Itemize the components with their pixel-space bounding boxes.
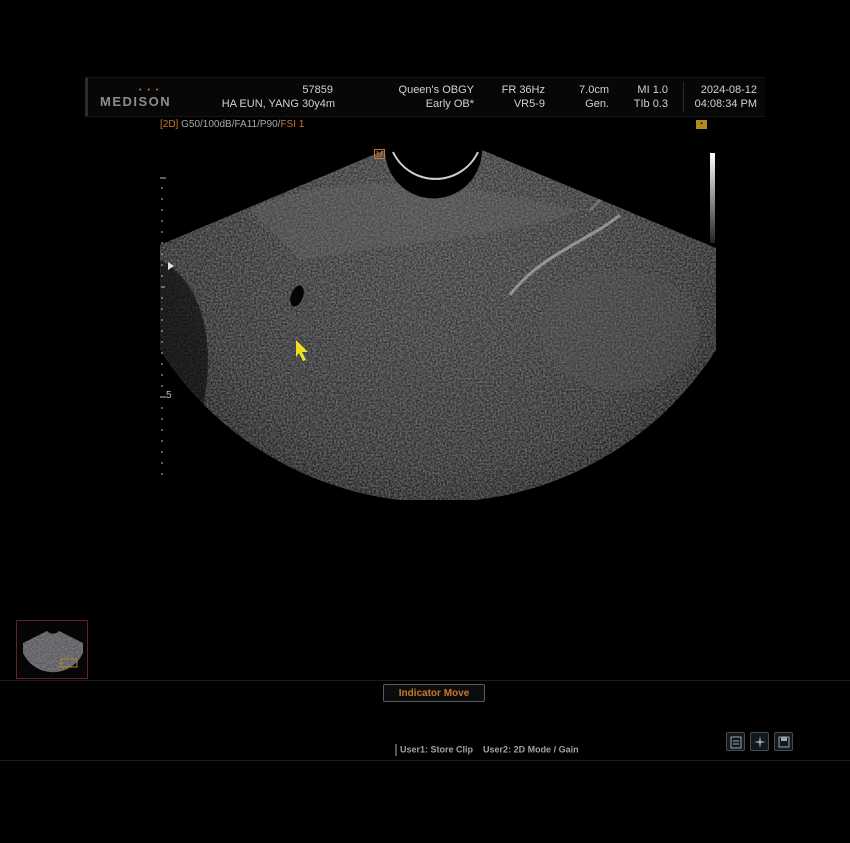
user2-label: User2: 2D Mode / Gain bbox=[483, 744, 579, 755]
scan-sector bbox=[160, 150, 716, 500]
user1-label: User1: Store Clip bbox=[400, 744, 474, 755]
sparkle-button[interactable] bbox=[750, 732, 769, 751]
orientation-marker: M bbox=[374, 149, 385, 159]
grayscale-bar bbox=[710, 153, 715, 243]
save-disk-icon bbox=[778, 736, 790, 748]
sparkle-icon bbox=[754, 736, 766, 748]
panel-divider-bottom bbox=[0, 760, 850, 761]
ultrasound-image bbox=[160, 150, 716, 500]
indicator-move-button[interactable]: Indicator Move bbox=[383, 684, 485, 702]
user-key-bar: User1: Store Clip User2: 2D Mode / Gain bbox=[395, 744, 579, 756]
panel-divider-top bbox=[0, 680, 850, 681]
user-bar-tick bbox=[395, 744, 397, 756]
clipboard-button[interactable] bbox=[726, 732, 745, 751]
save-button[interactable] bbox=[774, 732, 793, 751]
clipboard-icon bbox=[730, 736, 742, 749]
clip-thumbnail[interactable] bbox=[16, 620, 88, 679]
depth-label-5: 5 bbox=[166, 390, 172, 401]
thumbnail-image bbox=[23, 631, 83, 673]
